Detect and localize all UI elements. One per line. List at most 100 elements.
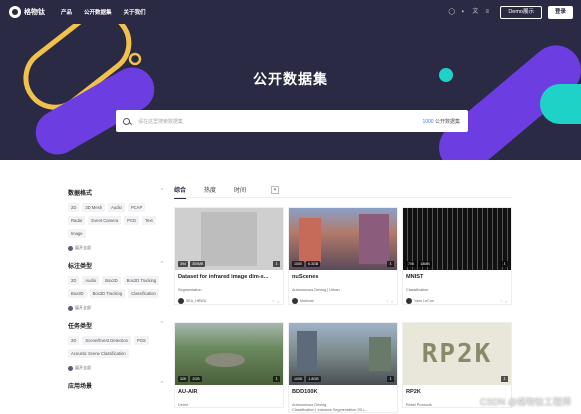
filter-tag[interactable]: Event Camera [88, 216, 122, 225]
filter-title: 任务类型 [68, 324, 93, 330]
card-tags: Autonomous Driving [292, 403, 327, 407]
nav-link-products[interactable]: 产品 [61, 8, 72, 16]
login-button[interactable]: 登录 [547, 5, 573, 19]
download-icon[interactable]: ⇩ [501, 261, 508, 267]
card-title[interactable]: AU-AIR [178, 389, 280, 395]
demo-button[interactable]: Demo展示 [500, 5, 542, 19]
filter-section-annotation: 标注类型 ⌃ 2D Audio Box3D Box2D Tracking Box3… [68, 261, 164, 311]
dataset-thumbnail: 100K 1.8GB ⇩ [289, 323, 397, 385]
card-author[interactable]: Yann LeCun [414, 299, 434, 303]
thumbnail-text: RP2K [421, 339, 493, 369]
stat-size: 18MB [418, 261, 432, 267]
chevron-up-icon[interactable]: ⌃ [160, 261, 164, 270]
thumbnail-building [299, 218, 321, 262]
stat-count: 394 [178, 261, 188, 267]
download-icon[interactable]: ⇩ [501, 376, 508, 382]
filter-tag[interactable]: 2D [68, 276, 80, 285]
card-tags: Classification [406, 288, 429, 292]
filter-section-task: 任务类型 ⌃ 2D Scene/Event Detection POS Acous… [68, 321, 164, 371]
plus-icon [68, 365, 73, 371]
expand-all-link[interactable]: 展开全部 [68, 305, 164, 311]
filter-tag[interactable]: POS [133, 336, 149, 345]
filter-tag[interactable]: PCD [124, 216, 140, 225]
dataset-card[interactable]: 1000 6.3GB ⇩ nuScenes Autonomous Driving … [288, 207, 398, 305]
watermark: CSDN @格物钛工程师 [479, 397, 571, 407]
yellow-dot-shape [128, 52, 142, 66]
card-author[interactable]: SEU_HBWU [186, 299, 206, 303]
card-title[interactable]: BDD100K [292, 389, 394, 395]
logo-text: 格物钛 [24, 9, 45, 16]
dataset-thumbnail: 394 300MB ⇩ [175, 208, 283, 270]
filter-tag[interactable]: Box3D [102, 276, 121, 285]
like-icon[interactable]: ♡ ☆ [500, 299, 508, 304]
stat-size: 6.3GB [306, 261, 321, 267]
filter-tag[interactable]: Classification [128, 289, 159, 298]
download-icon[interactable]: ⇩ [273, 261, 280, 267]
filter-title: 标注类型 [68, 264, 93, 270]
card-author[interactable]: Motional [300, 299, 314, 303]
logo[interactable]: 格物钛 [9, 6, 45, 18]
stat-size: 1.8GB [306, 376, 321, 382]
divider [174, 197, 512, 198]
filter-icon[interactable]: ▾ [271, 186, 279, 194]
filter-section-scene: 应用场景 ⌃ [68, 381, 164, 390]
expand-all-link[interactable]: 展开全部 [68, 365, 164, 371]
card-title[interactable]: MNIST [406, 274, 508, 280]
plus-icon [68, 305, 73, 311]
filter-tag[interactable]: 2D [68, 203, 80, 212]
dataset-card[interactable]: 70K 18MB ⇩ MNIST Classification Yann LeCu… [402, 207, 512, 305]
filter-tag[interactable]: Scene/Event Detection [82, 336, 131, 345]
chevron-up-icon[interactable]: ⌃ [160, 188, 164, 197]
avatar [292, 298, 298, 304]
dataset-card[interactable]: 32K 2GB ⇩ AU-AIR Drone [174, 322, 284, 408]
logo-icon [9, 6, 21, 18]
thumbnail-building [369, 337, 391, 371]
card-title[interactable]: Dataset for infrared image dim-s... [178, 274, 280, 280]
search-input[interactable]: 请在这里搜索数据集 [138, 118, 183, 125]
thumbnail-road [205, 353, 245, 367]
filter-tag[interactable]: 2D [68, 336, 80, 345]
filter-tag[interactable]: Image [68, 229, 86, 238]
nav-link-about[interactable]: 关于我们 [124, 8, 146, 16]
teal-pill-shape [540, 84, 581, 124]
stat-count: 100K [292, 376, 305, 382]
filter-tag[interactable]: Audio [108, 203, 125, 212]
like-icon[interactable]: ♡ ☆ [272, 299, 280, 304]
filter-tag[interactable]: Acoustic Scene Classification [68, 349, 129, 358]
stat-count: 70K [406, 261, 417, 267]
plus-icon [68, 245, 73, 251]
wechat-icon[interactable]: ◐ [460, 9, 466, 15]
main-content: 数据格式 ⌃ 2D 3D Mesh Audio PCAP Radar Event … [0, 160, 581, 414]
download-icon[interactable]: ⇩ [387, 376, 394, 382]
filter-tag[interactable]: Radar [68, 216, 86, 225]
menu-icon[interactable]: ≡ [484, 9, 490, 15]
search-count-label: 1000 公开数据集 [422, 118, 460, 125]
filter-tag[interactable]: PCAP [127, 203, 146, 212]
filter-tag[interactable]: 3D Mesh [82, 203, 106, 212]
dataset-card[interactable]: 394 300MB ⇩ Dataset for infrared image di… [174, 207, 284, 305]
language-icon[interactable]: 文 [472, 9, 478, 15]
thumbnail-building [297, 331, 317, 371]
chevron-up-icon[interactable]: ⌃ [160, 381, 164, 390]
download-icon[interactable]: ⇩ [387, 261, 394, 267]
filter-tag[interactable]: Text [142, 216, 156, 225]
filter-tag[interactable]: Box3D Tracking [89, 289, 126, 298]
dataset-thumbnail: 70K 18MB ⇩ [403, 208, 511, 270]
chevron-up-icon[interactable]: ⌃ [160, 321, 164, 330]
filter-tag[interactable]: Audio [82, 276, 100, 285]
stat-count: 32K [178, 376, 189, 382]
card-title[interactable]: nuScenes [292, 274, 394, 280]
card-tags: Classification | Instance Segmentation 2… [292, 408, 369, 412]
search-icon [123, 117, 130, 125]
like-icon[interactable]: ♡ ☆ [386, 299, 394, 304]
filter-tag[interactable]: Box3D [68, 289, 87, 298]
nav-link-datasets[interactable]: 公开数据集 [84, 8, 112, 16]
dataset-card[interactable]: 100K 1.8GB ⇩ BDD100K Autonomous Driving C… [288, 322, 398, 413]
github-icon[interactable]: ◯ [448, 9, 455, 15]
dataset-thumbnail: 1000 6.3GB ⇩ [289, 208, 397, 270]
download-icon[interactable]: ⇩ [273, 376, 280, 382]
search-bar[interactable]: 请在这里搜索数据集 1000 公开数据集 [116, 110, 468, 132]
filter-tag[interactable]: Box2D Tracking [123, 276, 160, 285]
expand-all-link[interactable]: 展开全部 [68, 245, 164, 251]
card-tags: Drone [178, 403, 189, 407]
